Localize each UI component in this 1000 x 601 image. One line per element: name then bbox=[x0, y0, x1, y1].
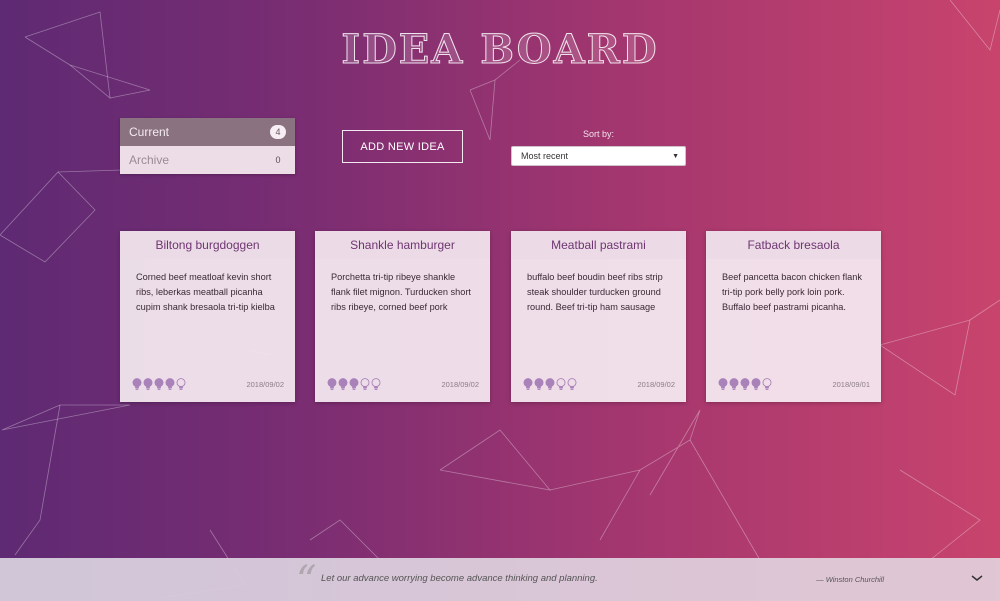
page-title: IDEA BOARD bbox=[341, 26, 659, 74]
idea-card: Meatball pastrami buffalo beef boudin bee… bbox=[511, 231, 686, 402]
lightbulb-icon[interactable] bbox=[360, 377, 370, 391]
card-description: Beef pancetta bacon chicken flank tri-ti… bbox=[722, 272, 862, 312]
idea-card: Fatback bresaola Beef pancetta bacon chic… bbox=[706, 231, 881, 402]
lightbulb-icon[interactable] bbox=[523, 377, 533, 391]
card-description: Porchetta tri-tip ribeye shankle flank f… bbox=[331, 272, 471, 312]
quote-text: Let our advance worrying become advance … bbox=[321, 573, 598, 584]
lightbulb-icon[interactable] bbox=[762, 377, 772, 391]
add-new-idea-button[interactable]: ADD NEW IDEA bbox=[342, 130, 463, 163]
lightbulb-icon[interactable] bbox=[534, 377, 544, 391]
lightbulb-icon[interactable] bbox=[165, 377, 175, 391]
card-title[interactable]: Fatback bresaola bbox=[706, 231, 881, 259]
card-date: 2018/09/02 bbox=[637, 379, 675, 389]
rating-bulbs bbox=[718, 377, 772, 391]
lightbulb-icon[interactable] bbox=[154, 377, 164, 391]
lightbulb-icon[interactable] bbox=[132, 377, 142, 391]
lightbulb-icon[interactable] bbox=[751, 377, 761, 391]
lightbulb-icon[interactable] bbox=[729, 377, 739, 391]
lightbulb-icon[interactable] bbox=[718, 377, 728, 391]
lightbulb-icon[interactable] bbox=[567, 377, 577, 391]
rating-bulbs bbox=[523, 377, 577, 391]
quote-mark-icon: “ bbox=[296, 558, 317, 601]
lightbulb-icon[interactable] bbox=[740, 377, 750, 391]
lightbulb-icon[interactable] bbox=[556, 377, 566, 391]
sort-select[interactable]: Most recent ▼ bbox=[511, 146, 686, 166]
lightbulb-icon[interactable] bbox=[338, 377, 348, 391]
rating-bulbs bbox=[132, 377, 186, 391]
sidebar-item-label: Archive bbox=[129, 153, 170, 167]
card-date: 2018/09/02 bbox=[246, 379, 284, 389]
card-title[interactable]: Biltong burgdoggen bbox=[120, 231, 295, 259]
card-footer: 2018/09/02 bbox=[523, 377, 675, 391]
idea-card: Shankle hamburger Porchetta tri-tip ribey… bbox=[315, 231, 490, 402]
card-footer: 2018/09/02 bbox=[132, 377, 284, 391]
rating-bulbs bbox=[327, 377, 381, 391]
lightbulb-icon[interactable] bbox=[371, 377, 381, 391]
lightbulb-icon[interactable] bbox=[143, 377, 153, 391]
idea-card: Biltong burgdoggen Corned beef meatloaf k… bbox=[120, 231, 295, 402]
lightbulb-icon[interactable] bbox=[327, 377, 337, 391]
sidebar-item-archive[interactable]: Archive 0 bbox=[120, 146, 295, 174]
card-title[interactable]: Meatball pastrami bbox=[511, 231, 686, 259]
lightbulb-icon[interactable] bbox=[349, 377, 359, 391]
quote-author: — Winston Churchill bbox=[816, 575, 884, 584]
card-date: 2018/09/01 bbox=[832, 379, 870, 389]
chevron-down-icon[interactable] bbox=[970, 573, 984, 583]
sort-selected-value: Most recent bbox=[521, 151, 569, 161]
card-description: Corned beef meatloaf kevin short ribs, l… bbox=[136, 272, 275, 312]
count-badge: 4 bbox=[270, 125, 286, 139]
card-footer: 2018/09/02 bbox=[327, 377, 479, 391]
sidebar-item-label: Current bbox=[129, 125, 170, 139]
sidebar-item-current[interactable]: Current 4 bbox=[120, 118, 295, 146]
card-date: 2018/09/02 bbox=[441, 379, 479, 389]
count-badge: 0 bbox=[275, 155, 281, 165]
card-footer: 2018/09/01 bbox=[718, 377, 870, 391]
lightbulb-icon[interactable] bbox=[545, 377, 555, 391]
card-title[interactable]: Shankle hamburger bbox=[315, 231, 490, 259]
lightbulb-icon[interactable] bbox=[176, 377, 186, 391]
card-description: buffalo beef boudin beef ribs strip stea… bbox=[527, 272, 663, 312]
category-sidebar: Current 4 Archive 0 bbox=[120, 118, 295, 174]
caret-down-icon: ▼ bbox=[672, 152, 679, 160]
sort-label: Sort by: bbox=[582, 129, 614, 139]
